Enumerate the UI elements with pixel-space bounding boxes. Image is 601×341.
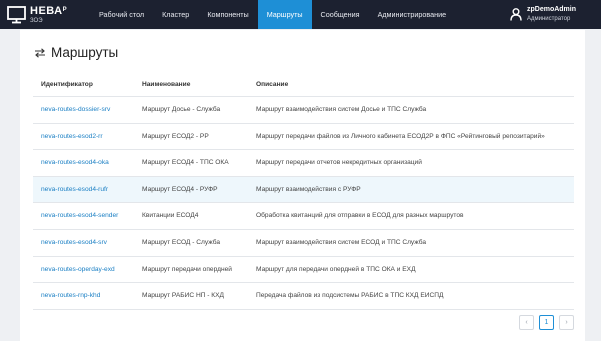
column-header-description[interactable]: Описание [256, 72, 288, 97]
routes-panel: Маршруты Идентификатор Наименование Опис… [20, 30, 585, 341]
nav-item-routes[interactable]: Маршруты [257, 0, 312, 29]
top-navbar: НЕВАР ЗОЭ Рабочий стол Кластер Компонент… [0, 0, 601, 29]
route-name: Маршрут ЕСОД4 - ТПС ОКА [142, 159, 229, 167]
logo-name: НЕВАР [30, 5, 68, 17]
route-description: Маршрут взаимодействия систем ЕСОД и ТПС… [256, 238, 427, 246]
nav-item-components[interactable]: Компоненты [198, 0, 257, 29]
route-id-link[interactable]: neva-routes-dossier-srv [41, 97, 110, 123]
table-row[interactable]: neva-routes-esod4-oka Маршрут ЕСОД4 - ТПС… [33, 150, 574, 177]
route-description: Обработка квитанций для отправки в ЕСОД … [256, 212, 464, 220]
user-role: Администратор [527, 16, 571, 22]
table-row[interactable]: neva-routes-esod4-rufr Маршрут ЕСОД4 - РУ… [33, 176, 574, 204]
app-logo[interactable]: НЕВАР ЗОЭ [6, 5, 86, 25]
route-description: Маршрут взаимодействия систем Досье и ТП… [256, 106, 427, 113]
route-name: Маршрут ЕСОД2 - РР [142, 132, 209, 140]
nav-item-desktop[interactable]: Рабочий стол [90, 0, 153, 29]
pagination: ‹ 1 › [519, 315, 574, 330]
table-row[interactable]: neva-routes-esod4-sender Квитанции ЕСОД4 О… [33, 203, 574, 230]
table-row[interactable]: neva-routes-esod4-srv Маршрут ЕСОД - Служ… [33, 230, 574, 257]
route-id-link[interactable]: neva-routes-esod4-oka [41, 150, 109, 176]
route-name: Маршрут ЕСОД4 - РУФР [142, 185, 218, 193]
route-description: Маршрут передачи отчетов некредитных орг… [256, 159, 422, 167]
route-id-link[interactable]: neva-routes-esod4-rufr [41, 177, 108, 203]
main-nav: Рабочий стол Кластер Компоненты Маршруты… [90, 0, 455, 29]
route-id-link[interactable]: neva-routes-rnp-khd [41, 283, 100, 309]
route-id-link[interactable]: neva-routes-esod2-rr [41, 124, 103, 150]
routes-table: Идентификатор Наименование Описание neva… [33, 72, 574, 310]
route-name: Маршрут Досье - Служба [142, 106, 221, 113]
route-name: Квитанции ЕСОД4 [142, 212, 199, 220]
table-row[interactable]: neva-routes-esod2-rr Маршрут ЕСОД2 - РР Ма… [33, 124, 574, 151]
arrows-swap-icon [35, 48, 45, 58]
nav-item-cluster[interactable]: Кластер [153, 0, 198, 29]
nav-item-administration[interactable]: Администрирование [369, 0, 456, 29]
monitor-icon [7, 6, 26, 24]
table-row[interactable]: neva-routes-operday-exd Маршрут передачи … [33, 257, 574, 284]
logo-subtitle: ЗОЭ [30, 18, 43, 24]
column-header-id[interactable]: Идентификатор [41, 72, 93, 97]
route-id-link[interactable]: neva-routes-esod4-srv [41, 230, 107, 256]
route-description: Маршрут передачи файлов из Личного кабин… [256, 132, 545, 140]
route-description: Передача файлов из подсистемы РАБИС в ТП… [256, 292, 444, 300]
route-id-link[interactable]: neva-routes-esod4-sender [41, 203, 118, 229]
prev-page-button[interactable]: ‹ [519, 315, 534, 330]
table-row[interactable]: neva-routes-dossier-srv Маршрут Досье - С… [33, 97, 574, 124]
route-name: Маршрут ЕСОД - Служба [142, 238, 221, 246]
next-page-button[interactable]: › [559, 315, 574, 330]
page-title-text: Маршруты [51, 45, 119, 60]
column-header-name[interactable]: Наименование [142, 72, 190, 97]
user-name: zpDemoAdmin [527, 6, 576, 13]
table-row[interactable]: neva-routes-rnp-khd Маршрут РАБИС НП - КХ… [33, 283, 574, 310]
route-name: Маршрут передачи опердней [142, 265, 232, 273]
route-description: Маршрут взаимодействия с РУФР [256, 185, 361, 193]
user-menu[interactable]: zpDemoAdmin Администратор [510, 5, 600, 25]
page-button-1[interactable]: 1 [539, 315, 554, 330]
route-id-link[interactable]: neva-routes-operday-exd [41, 257, 115, 283]
user-icon [510, 8, 522, 21]
route-description: Маршрут для передачи опердней в ТПС ОКА … [256, 265, 416, 273]
nav-item-messages[interactable]: Сообщения [312, 0, 369, 29]
route-name: Маршрут РАБИС НП - КХД [142, 292, 225, 300]
table-header: Идентификатор Наименование Описание [33, 72, 574, 97]
